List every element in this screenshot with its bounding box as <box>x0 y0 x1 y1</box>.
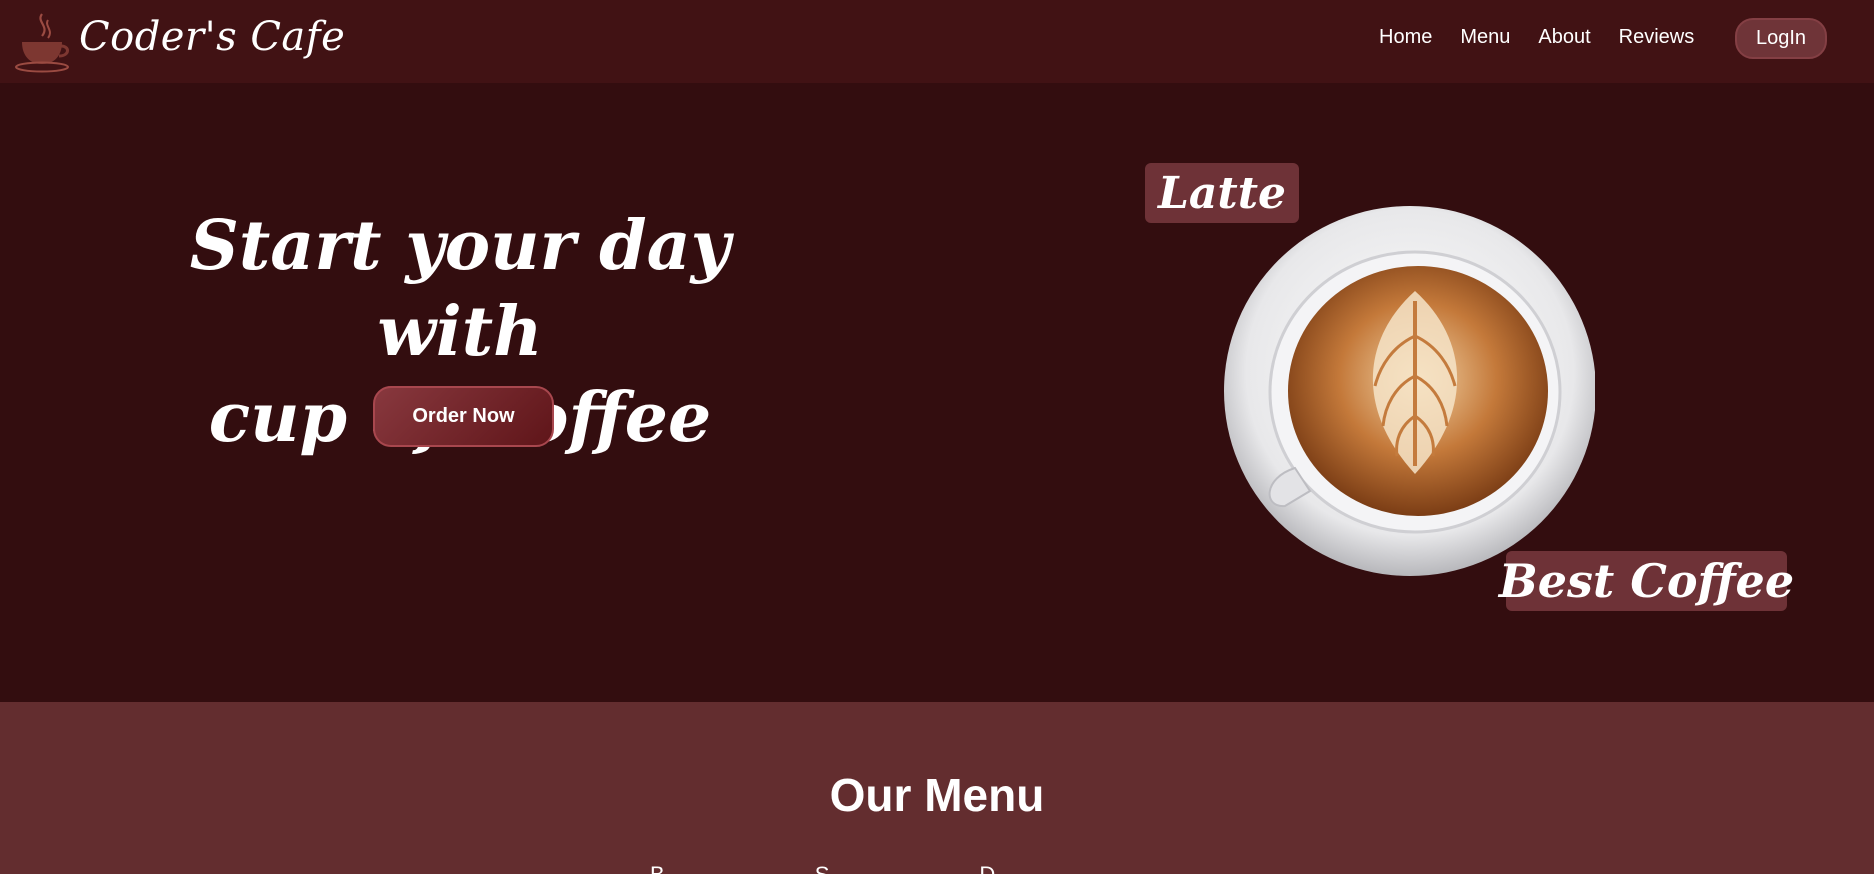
menu-tab-1[interactable]: B <box>650 862 665 874</box>
nav-links: Home Menu About Reviews <box>1379 26 1694 49</box>
menu-section: Our Menu B S D <box>0 702 1874 874</box>
menu-tabs: B S D <box>650 862 995 874</box>
hero-title-line1: Start your day with <box>189 206 731 372</box>
navbar: Coder's Cafe Home Menu About Reviews Log… <box>0 0 1874 83</box>
latte-tag: Latte <box>1145 163 1299 223</box>
menu-tab-2[interactable]: S <box>815 862 830 874</box>
menu-tab-3[interactable]: D <box>979 862 995 874</box>
brand[interactable] <box>12 10 76 76</box>
nav-link-menu[interactable]: Menu <box>1460 26 1510 49</box>
best-coffee-tag: Best Coffee <box>1499 551 1794 611</box>
order-now-button[interactable]: Order Now <box>373 386 554 447</box>
brand-name[interactable]: Coder's Cafe <box>79 14 345 60</box>
nav-link-reviews[interactable]: Reviews <box>1619 26 1695 49</box>
coffee-cup-icon <box>15 13 69 73</box>
login-button[interactable]: LogIn <box>1735 18 1827 59</box>
hero-section: Start your day with cup of Coffee Order … <box>0 83 1874 702</box>
nav-link-about[interactable]: About <box>1538 26 1590 49</box>
nav-link-home[interactable]: Home <box>1379 26 1432 49</box>
menu-title: Our Menu <box>829 769 1045 821</box>
latte-cup-image <box>1224 206 1595 576</box>
